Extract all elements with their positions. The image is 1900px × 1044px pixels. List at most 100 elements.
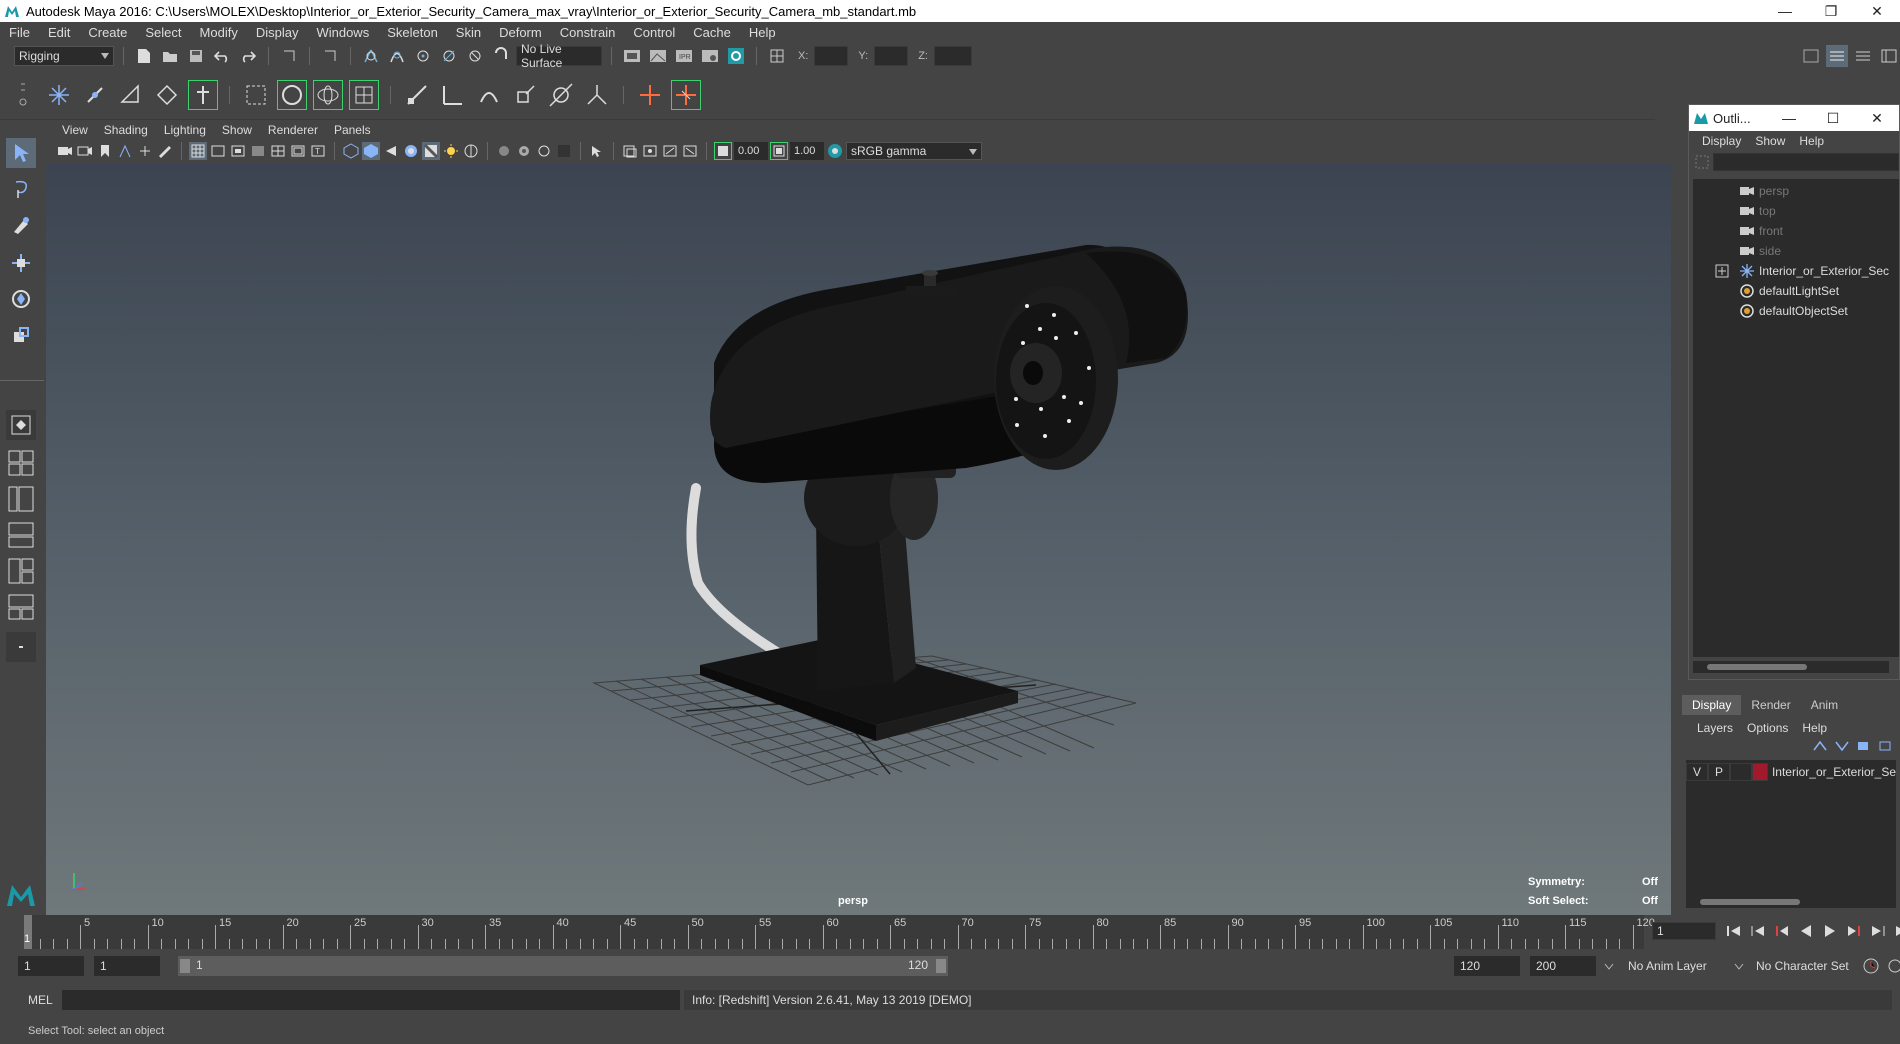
scale-constraint-icon[interactable] xyxy=(510,80,540,110)
anim-layer-chevron-icon[interactable] xyxy=(1604,963,1614,971)
layer-menu-options[interactable]: Options xyxy=(1740,721,1795,735)
layer-color-swatch[interactable] xyxy=(1751,763,1768,781)
outliner-item-front[interactable]: front xyxy=(1739,221,1783,241)
outliner-item-side[interactable]: side xyxy=(1739,241,1781,261)
menu-help[interactable]: Help xyxy=(740,25,785,40)
outliner-menu-display[interactable]: Display xyxy=(1695,134,1748,148)
step-back-key-icon[interactable] xyxy=(1772,921,1792,941)
playback-start-field[interactable]: 1 xyxy=(94,956,160,976)
depth-of-field-icon[interactable] xyxy=(681,142,699,160)
animation-preferences-icon[interactable] xyxy=(1886,957,1900,975)
new-layer-selected-icon[interactable] xyxy=(1878,740,1894,752)
single-perspective-layout-icon[interactable] xyxy=(6,410,36,440)
play-backwards-icon[interactable] xyxy=(1796,921,1816,941)
attribute-editor-icon[interactable] xyxy=(1826,45,1848,67)
snap-grid-icon[interactable] xyxy=(360,45,382,67)
persp-graph-layout-icon[interactable] xyxy=(6,520,36,550)
move-tool-icon[interactable] xyxy=(6,248,36,278)
hypershade-icon[interactable] xyxy=(725,45,747,67)
save-scene-icon[interactable] xyxy=(185,45,207,67)
select-object-icon[interactable] xyxy=(319,45,341,67)
menuset-dropdown[interactable]: Rigging xyxy=(14,46,114,66)
safe-action-icon[interactable] xyxy=(289,142,307,160)
orient-joint-icon[interactable] xyxy=(152,80,182,110)
textured-icon[interactable] xyxy=(402,142,420,160)
grid-toggle-icon[interactable] xyxy=(189,142,207,160)
select-tool-icon[interactable] xyxy=(6,138,36,168)
gate-mask-icon[interactable] xyxy=(249,142,267,160)
tool-settings-icon[interactable] xyxy=(1852,45,1874,67)
snap-live-icon[interactable] xyxy=(464,45,486,67)
render-frame-icon[interactable] xyxy=(647,45,669,67)
undo-icon[interactable] xyxy=(211,45,233,67)
minimize-button[interactable]: — xyxy=(1762,0,1808,22)
menu-deform[interactable]: Deform xyxy=(490,25,551,40)
multisample-aa-icon[interactable] xyxy=(621,142,639,160)
insert-joint-icon[interactable] xyxy=(80,80,110,110)
paint-weights-icon[interactable] xyxy=(349,79,379,110)
tab-render[interactable]: Render xyxy=(1741,695,1800,715)
menu-select[interactable]: Select xyxy=(136,25,190,40)
step-back-frame-icon[interactable] xyxy=(1748,921,1768,941)
pole-vector-icon[interactable] xyxy=(582,80,612,110)
gamma-icon[interactable] xyxy=(770,142,788,160)
z-field[interactable] xyxy=(933,46,972,66)
y-field[interactable] xyxy=(874,46,909,66)
redo-icon[interactable] xyxy=(237,45,259,67)
outliner-item-default-light-set[interactable]: defaultLightSet xyxy=(1739,281,1839,301)
shelf-grip-icon[interactable] xyxy=(14,80,32,110)
layer-visibility-toggle[interactable]: V xyxy=(1686,763,1708,781)
film-gate-icon[interactable] xyxy=(209,142,227,160)
open-scene-icon[interactable] xyxy=(159,45,181,67)
safe-title-icon[interactable]: T xyxy=(309,142,327,160)
restore-button[interactable]: ❐ xyxy=(1808,0,1854,22)
grease-pencil-icon[interactable] xyxy=(156,142,174,160)
playback-end-field[interactable]: 120 xyxy=(1454,956,1520,976)
outliner-search-input[interactable] xyxy=(1713,153,1899,171)
modeling-toolkit-icon[interactable] xyxy=(1800,45,1822,67)
toolbox-menu-icon[interactable] xyxy=(6,632,36,662)
viewport-menu-view[interactable]: View xyxy=(54,123,96,137)
outliner-menu-show[interactable]: Show xyxy=(1748,134,1792,148)
expand-icon[interactable] xyxy=(1715,264,1729,278)
mirror-joint-icon[interactable] xyxy=(116,80,146,110)
menu-constrain[interactable]: Constrain xyxy=(551,25,625,40)
viewport-menu-renderer[interactable]: Renderer xyxy=(260,123,326,137)
screen-space-ao-icon[interactable] xyxy=(641,142,659,160)
new-layer-icon[interactable] xyxy=(1856,740,1872,752)
image-plane-icon[interactable] xyxy=(116,142,134,160)
menu-create[interactable]: Create xyxy=(79,25,136,40)
resolution-gate-icon[interactable] xyxy=(229,142,247,160)
menu-display[interactable]: Display xyxy=(247,25,308,40)
layer-row[interactable]: V P Interior_or_Exterior_Se xyxy=(1686,762,1896,782)
isolate-select-icon[interactable] xyxy=(588,142,606,160)
wireframe-on-shaded-icon[interactable] xyxy=(555,142,573,160)
range-slider-end-handle[interactable] xyxy=(936,959,946,973)
layer-menu-help[interactable]: Help xyxy=(1795,721,1834,735)
viewport-menu-shading[interactable]: Shading xyxy=(96,123,156,137)
wireframe-icon[interactable] xyxy=(342,142,360,160)
menu-windows[interactable]: Windows xyxy=(307,25,378,40)
perspective-viewport[interactable]: persp Symmetry: Off Soft Select: Off xyxy=(46,163,1671,915)
xray-icon[interactable] xyxy=(462,142,480,160)
persp-hypershade-layout-icon[interactable] xyxy=(6,556,36,586)
joint-tool-icon[interactable] xyxy=(44,80,74,110)
outliner-list[interactable]: persp top front side Interior_or_Exterio… xyxy=(1693,179,1896,657)
parent-constraint-icon[interactable] xyxy=(402,80,432,110)
snap-view-plane-icon[interactable] xyxy=(438,45,460,67)
persp-render-layout-icon[interactable] xyxy=(6,592,36,622)
outliner-vertical-scrollbar[interactable] xyxy=(1889,179,1899,657)
backface-culling-icon[interactable] xyxy=(535,142,553,160)
menu-file[interactable]: File xyxy=(0,25,39,40)
move-layer-up-icon[interactable] xyxy=(1812,740,1828,752)
range-slider[interactable]: 1 120 xyxy=(178,956,948,976)
tab-anim[interactable]: Anim xyxy=(1801,695,1848,715)
new-scene-icon[interactable] xyxy=(133,45,155,67)
field-chart-icon[interactable] xyxy=(269,142,287,160)
time-slider[interactable]: 5 10 15 20 25 30 35 40 45 50 55 60 65 70 75 80 85 90 95 100… xyxy=(0,915,1900,949)
smooth-shade-icon[interactable] xyxy=(362,142,380,160)
rotate-tool-icon[interactable] xyxy=(6,284,36,314)
character-set-dropdown[interactable]: No Character Set xyxy=(1756,959,1849,973)
lasso-tool-icon[interactable] xyxy=(6,174,36,204)
go-to-start-icon[interactable] xyxy=(1724,921,1744,941)
